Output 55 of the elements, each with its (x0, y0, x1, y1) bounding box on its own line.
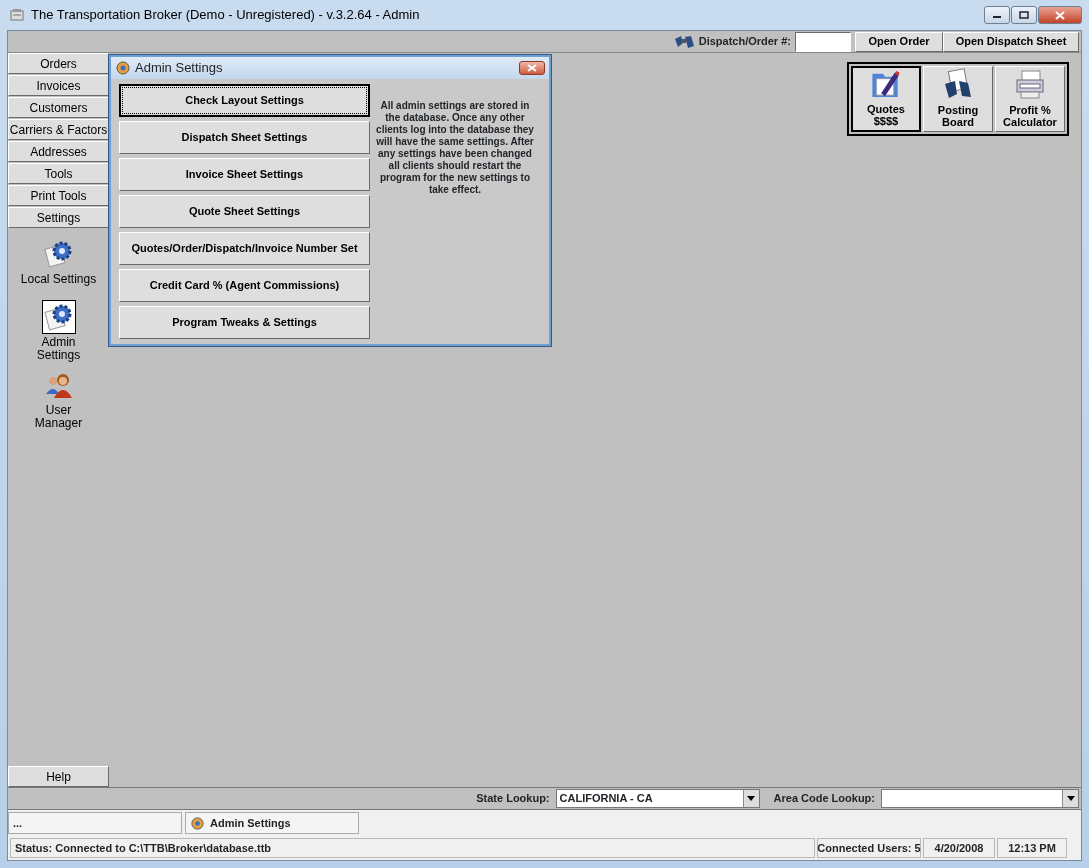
quick-launch-button[interactable]: Posting Board (923, 66, 993, 132)
status-text: Status: Connected to C:\TTB\Broker\database.ttb (10, 838, 815, 858)
nav-button[interactable]: Orders (8, 53, 109, 74)
area-code-dropdown[interactable] (881, 789, 1079, 808)
nav-button[interactable]: Settings (8, 207, 109, 228)
state-dropdown[interactable]: CALIFORNIA - CA (555, 789, 760, 808)
app-icon (9, 7, 25, 23)
close-icon (527, 64, 537, 72)
dispatch-order-field[interactable] (795, 31, 851, 52)
settings-button[interactable]: Quote Sheet Settings (119, 195, 370, 228)
toolbar-button[interactable]: Open Dispatch Sheet (943, 31, 1079, 52)
nav-button[interactable]: Carriers & Factors (8, 119, 109, 140)
field-label: Area Code Lookup: (773, 791, 875, 807)
settings-icon (115, 60, 131, 76)
settings-button[interactable]: Check Layout Settings (119, 84, 370, 117)
dialog-title: Admin Settings (135, 59, 223, 78)
info-text: All admin settings are stored in the database. Once any other clients log into the database they will have the same settings. After any settings have been changed all clients should restart the program for the new settings to take effect. (376, 100, 534, 197)
field-label: State Lookup: (476, 791, 550, 807)
field-label: Dispatch/Order #: (698, 34, 791, 50)
nav-button[interactable]: Invoices (8, 75, 109, 96)
settings-item[interactable]: Local Settings (8, 237, 109, 286)
taskbar-tab[interactable]: Admin Settings (185, 812, 359, 834)
nav-button[interactable]: Tools (8, 163, 109, 184)
settings-icon (190, 815, 205, 831)
close-button[interactable] (519, 61, 545, 75)
settings-button[interactable]: Quotes/Order/Dispatch/Invoice Number Set (119, 232, 370, 265)
settings-button[interactable]: Credit Card % (Agent Commissions) (119, 269, 370, 302)
status-date: 4/20/2008 (923, 838, 995, 858)
nav-button[interactable]: Customers (8, 97, 109, 118)
help-button[interactable]: Help (8, 766, 109, 787)
settings-item[interactable]: User Manager (8, 368, 109, 430)
dropdown-arrow-icon (1066, 796, 1075, 801)
calculator-icon (1013, 68, 1047, 102)
toolbar-button[interactable]: Open Order (855, 31, 943, 52)
connected-users: Connected Users: 5 (817, 838, 921, 858)
quick-launch-button[interactable]: Profit % Calculator (995, 66, 1065, 132)
dropdown-arrow-icon (747, 796, 756, 801)
settings-button[interactable]: Invoice Sheet Settings (119, 158, 370, 191)
gear-icon (43, 302, 74, 332)
settings-button[interactable]: Program Tweaks & Settings (119, 306, 370, 339)
taskbar-tab[interactable]: ... (8, 812, 182, 834)
window-title: The Transportation Broker (Demo - Unregistered) - v.3.2.64 - Admin (31, 6, 420, 25)
close-icon (1055, 10, 1065, 20)
settings-button[interactable]: Dispatch Sheet Settings (119, 121, 370, 154)
gear-icon (43, 239, 74, 269)
minimize-button[interactable] (984, 6, 1010, 24)
nav-button[interactable]: Print Tools (8, 185, 109, 206)
maximize-icon (1019, 11, 1029, 19)
quick-launch-button[interactable]: Quotes $$$$ (851, 66, 921, 132)
nav-button[interactable]: Addresses (8, 141, 109, 162)
settings-item[interactable]: Admin Settings (8, 300, 109, 362)
close-button[interactable] (1038, 6, 1082, 24)
maximize-button[interactable] (1011, 6, 1037, 24)
binoculars-icon (672, 33, 695, 50)
status-time: 12:13 PM (997, 838, 1067, 858)
